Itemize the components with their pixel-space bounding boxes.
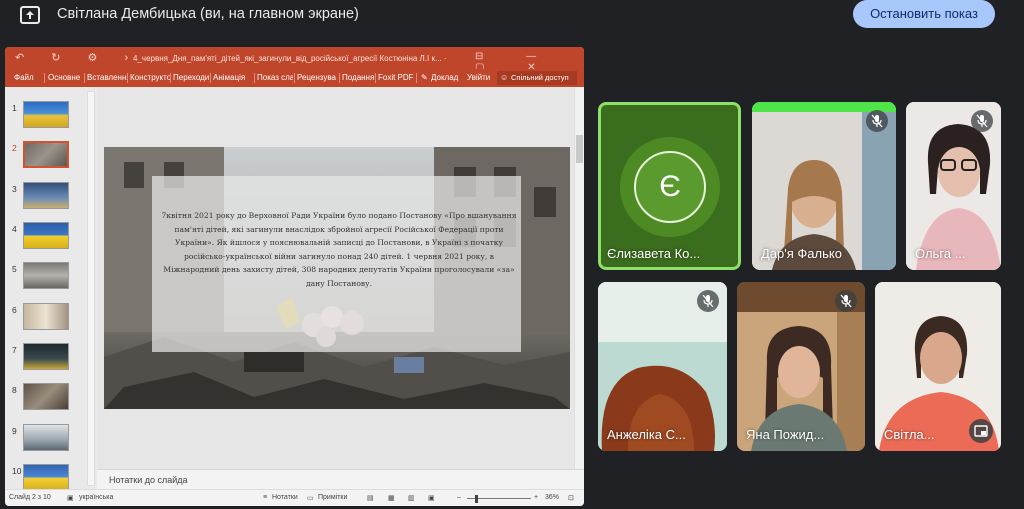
slide-edit-area: 7квітня 2021 року до Верховної Ради Укра… xyxy=(97,87,584,469)
ribbon: Файл Основне Вставлення Конструктор Пере… xyxy=(5,69,584,87)
participant-name: Єлизавета Ко... xyxy=(607,246,701,261)
status-bar: Слайд 2 з 10 ▣ українська ≡ Нотатки ▭ Пр… xyxy=(5,489,584,506)
status-comments-button[interactable]: Примітки xyxy=(318,494,347,501)
slide-sorter-icon[interactable]: ▦ xyxy=(388,494,395,502)
participant-name: Яна Пожид... xyxy=(746,427,825,442)
current-slide[interactable]: 7квітня 2021 року до Верховної Ради Укра… xyxy=(104,147,570,409)
tab-file[interactable]: Файл xyxy=(14,73,34,82)
slide-thumb-8[interactable]: 8 xyxy=(5,383,85,413)
tab-animation[interactable]: Анімація xyxy=(213,73,253,82)
notes-placeholder: Нотатки до слайда xyxy=(109,475,188,485)
slide-thumb-5[interactable]: 5 xyxy=(5,262,85,292)
slideshow-view-icon[interactable]: ▣ xyxy=(428,494,435,502)
tab-foxit[interactable]: Foxit PDF xyxy=(378,73,414,82)
notes-pane[interactable]: Нотатки до слайда xyxy=(97,469,584,489)
stop-presenting-button[interactable]: Остановить показ xyxy=(853,0,995,28)
comments-icon: ▭ xyxy=(307,495,314,502)
thumb-image xyxy=(23,141,69,168)
slide-thumb-1[interactable]: 1 xyxy=(5,101,85,131)
tab-design[interactable]: Конструктор xyxy=(130,73,170,82)
reading-view-icon[interactable]: ▥ xyxy=(408,494,415,502)
document-title: 4_червня_Дня_пам'яті_дітей_які_загинули_… xyxy=(133,54,447,63)
participant-name: Анжеліка С... xyxy=(607,427,686,442)
present-to-all-icon xyxy=(20,6,40,24)
participant-tile-2[interactable]: Дар'я Фалько xyxy=(752,102,896,270)
mic-off-icon xyxy=(971,110,993,132)
sign-in-link[interactable]: Увійти xyxy=(467,73,490,82)
tab-transitions[interactable]: Переходи xyxy=(173,73,209,82)
participant-tile-4[interactable]: Анжеліка С... xyxy=(598,282,727,451)
zoom-out-icon[interactable]: – xyxy=(457,494,461,501)
tab-slideshow[interactable]: Показ сла xyxy=(257,73,293,82)
slide-thumb-2[interactable]: 2 xyxy=(5,141,85,171)
participant-tile-6[interactable]: Світла... xyxy=(875,282,1001,451)
participant-tile-5[interactable]: Яна Пожид... xyxy=(737,282,865,451)
slide-thumb-6[interactable]: 6 xyxy=(5,303,85,333)
tab-view[interactable]: Подання xyxy=(342,73,374,82)
slide-body-text[interactable]: 7квітня 2021 року до Верховної Ради Укра… xyxy=(158,209,520,290)
status-notes-button[interactable]: Нотатки xyxy=(272,494,298,501)
thumb-image xyxy=(23,383,69,410)
meet-screen: Світлана Дембицька (ви, на главном экран… xyxy=(0,0,1024,509)
zoom-level[interactable]: 36% xyxy=(545,494,559,501)
tab-tell-me[interactable]: Доклад xyxy=(431,73,458,82)
slide-thumbnails-pane: 1 2 3 4 5 6 7 8 9 10 xyxy=(5,87,97,491)
mic-off-icon xyxy=(697,290,719,312)
zoom-slider-knob[interactable] xyxy=(475,495,478,503)
thumb-image xyxy=(23,424,69,451)
tab-review[interactable]: Рецензува xyxy=(297,73,337,82)
thumb-image xyxy=(23,262,69,289)
spellcheck-icon[interactable]: ▣ xyxy=(67,494,74,502)
powerpoint-window: ↶ ↻ ⚙ › 4_червня_Дня_пам'яті_дітей_які_з… xyxy=(5,47,584,506)
thumb-image xyxy=(23,101,69,128)
presentation-bar: Світлана Дембицька (ви, на главном экран… xyxy=(0,0,1024,32)
notes-toggle-icon: ≡ xyxy=(263,494,268,501)
tab-home[interactable]: Основне xyxy=(48,73,80,82)
zoom-in-icon[interactable]: + xyxy=(534,494,538,501)
mic-off-icon xyxy=(866,110,888,132)
tab-insert[interactable]: Вставлення xyxy=(87,73,127,82)
avatar: Є xyxy=(620,137,720,237)
thumb-image xyxy=(23,182,69,209)
thumb-image xyxy=(23,464,69,491)
status-slide-count: Слайд 2 з 10 xyxy=(9,494,51,501)
participant-name: Світла... xyxy=(884,427,935,442)
slide-scrollbar[interactable] xyxy=(574,87,584,469)
ppt-title-bar: ↶ ↻ ⚙ › 4_червня_Дня_пам'яті_дітей_які_з… xyxy=(5,47,584,73)
fit-slide-icon[interactable]: ⊡ xyxy=(568,494,574,502)
lightbulb-icon[interactable]: ✎ xyxy=(421,73,428,82)
scrollbar-thumb[interactable] xyxy=(576,135,583,163)
thumb-image xyxy=(23,222,69,249)
thumbnails-scrollbar[interactable] xyxy=(87,91,95,486)
participant-name: Ольга ... xyxy=(915,246,966,261)
quick-access-icons[interactable]: ↶ ↻ ⚙ › xyxy=(15,51,140,64)
status-language[interactable]: українська xyxy=(79,494,113,501)
presenter-title: Світлана Дембицька (ви, на главном экран… xyxy=(57,6,359,22)
share-button[interactable]: Спільний доступ xyxy=(497,71,577,85)
thumb-image xyxy=(23,343,69,370)
participant-tile-3[interactable]: Ольга ... xyxy=(906,102,1001,270)
participant-tile-1[interactable]: Є Єлизавета Ко... xyxy=(598,102,741,270)
mic-off-icon xyxy=(835,290,857,312)
slide-thumb-9[interactable]: 9 xyxy=(5,424,85,454)
avatar-initial: Є xyxy=(634,151,706,223)
normal-view-icon[interactable]: ▤ xyxy=(367,494,374,502)
slide-thumb-3[interactable]: 3 xyxy=(5,182,85,212)
slide-thumb-7[interactable]: 7 xyxy=(5,343,85,373)
picture-in-picture-icon[interactable] xyxy=(969,419,993,443)
slide-thumb-4[interactable]: 4 xyxy=(5,222,85,252)
participant-name: Дар'я Фалько xyxy=(761,246,842,261)
thumb-image xyxy=(23,303,69,330)
